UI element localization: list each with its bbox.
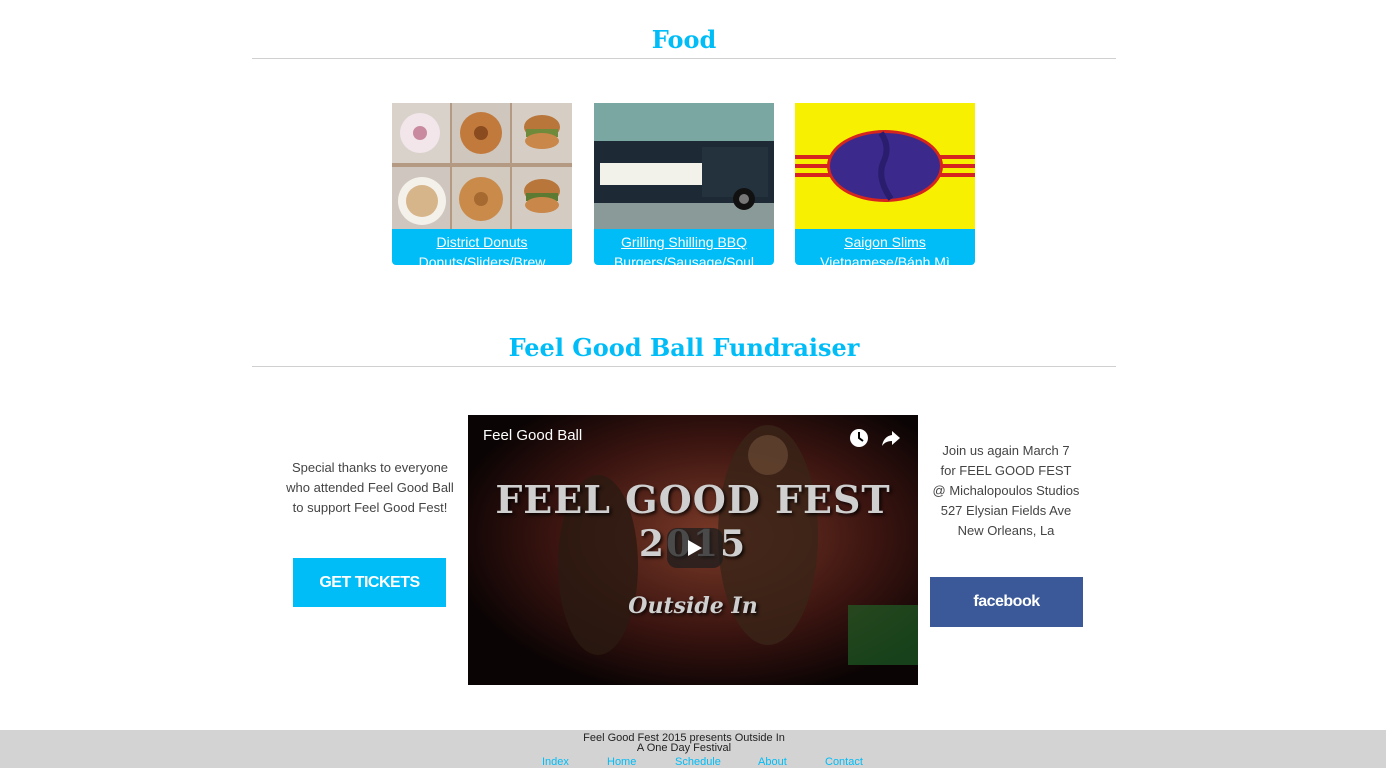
watch-later-icon[interactable] xyxy=(848,427,870,449)
video-title[interactable]: Feel Good Ball xyxy=(483,427,582,444)
vendor-caption: Grilling Shilling BBQ Burgers/Sausage/So… xyxy=(594,229,774,265)
footer-link-index[interactable]: Index xyxy=(542,756,569,768)
vendor-link-district-donuts[interactable]: District Donuts xyxy=(392,232,572,252)
food-divider xyxy=(252,58,1116,59)
event-info-line: Join us again March 7 xyxy=(942,443,1070,458)
vendor-card-grilling-shilling[interactable]: Grilling Shilling BBQ Burgers/Sausage/So… xyxy=(594,103,774,265)
thanks-line: who attended Feel Good Ball xyxy=(286,480,454,495)
video-frame-title: FEEL GOOD FEST xyxy=(495,477,891,522)
event-info-line: 527 Elysian Fields Ave xyxy=(940,503,1072,518)
play-button[interactable] xyxy=(667,528,723,568)
play-icon xyxy=(688,540,702,556)
share-icon[interactable] xyxy=(880,427,902,449)
event-info-line: for FEEL GOOD FEST xyxy=(940,463,1072,478)
vendor-description: Vietnamese/Bánh Mì xyxy=(820,254,950,265)
vendor-card-district-donuts[interactable]: District Donuts Donuts/Sliders/Brew xyxy=(392,103,572,265)
footer-link-about[interactable]: About xyxy=(758,756,787,768)
district-donuts-image xyxy=(392,103,572,229)
footer-link-contact[interactable]: Contact xyxy=(825,756,863,768)
food-section-title: Food xyxy=(651,25,717,54)
fundraiser-divider xyxy=(252,366,1116,367)
facebook-button[interactable]: facebook xyxy=(930,577,1083,627)
vendor-card-saigon-slims[interactable]: Saigon Slims Vietnamese/Bánh Mì xyxy=(795,103,975,265)
fundraiser-section-title: Feel Good Ball Fundraiser xyxy=(508,333,860,362)
get-tickets-button[interactable]: GET TICKETS xyxy=(293,558,446,607)
video-frame-subtitle: Outside In xyxy=(628,593,758,619)
vendor-caption: Saigon Slims Vietnamese/Bánh Mì xyxy=(795,229,975,265)
event-info-line: New Orleans, La xyxy=(957,523,1055,538)
vendor-description: Donuts/Sliders/Brew xyxy=(418,254,546,265)
vendor-caption: District Donuts Donuts/Sliders/Brew xyxy=(392,229,572,265)
footer: Feel Good Fest 2015 presents Outside In … xyxy=(0,730,1386,768)
thanks-line: Special thanks to everyone xyxy=(291,460,449,475)
event-info-line: @ Michalopoulos Studios xyxy=(932,483,1080,498)
event-info: Join us again March 7 for FEEL GOOD FEST… xyxy=(918,441,1094,541)
video-player[interactable]: FEEL GOOD FEST 2015 Outside In Feel Good… xyxy=(468,415,918,685)
footer-link-home[interactable]: Home xyxy=(607,756,636,768)
vendor-link-grilling-shilling[interactable]: Grilling Shilling BBQ xyxy=(594,232,774,252)
saigon-slims-logo-image xyxy=(795,103,975,229)
vendor-link-saigon-slims[interactable]: Saigon Slims xyxy=(795,232,975,252)
thanks-message: Special thanks to everyone who attended … xyxy=(272,458,468,518)
thanks-line: to support Feel Good Fest! xyxy=(292,500,448,515)
footer-subtagline: A One Day Festival xyxy=(636,742,732,754)
vendor-description: Burgers/Sausage/Soul xyxy=(613,254,755,265)
footer-link-schedule[interactable]: Schedule xyxy=(675,756,721,768)
grilling-shilling-image xyxy=(594,103,774,229)
